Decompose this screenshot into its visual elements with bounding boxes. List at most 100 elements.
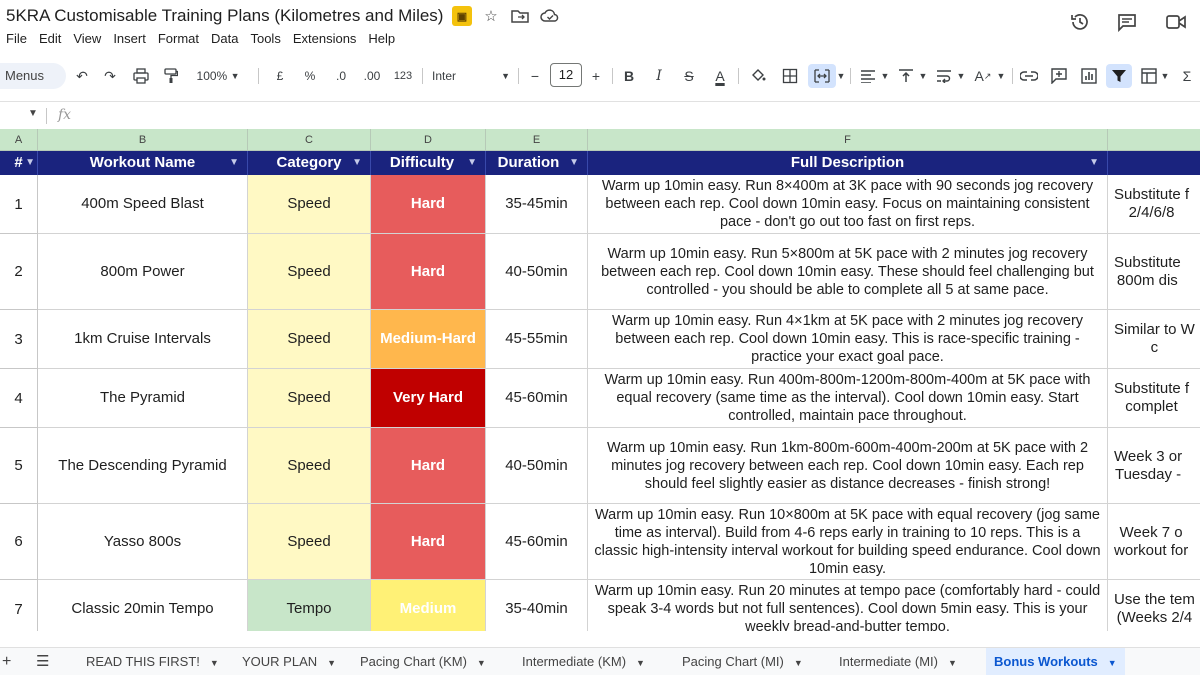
star-icon[interactable]: ☆ xyxy=(481,6,501,26)
document-title[interactable]: 5KRA Customisable Training Plans (Kilome… xyxy=(6,6,443,26)
drive-shortcut-icon[interactable]: ▣ xyxy=(452,6,472,26)
row-number[interactable]: 3 xyxy=(0,310,38,369)
text-wrapping-icon[interactable] xyxy=(934,64,954,88)
percent-format-button[interactable]: % xyxy=(302,64,318,88)
filter-icon[interactable] xyxy=(1106,64,1132,88)
chevron-down-icon[interactable]: ▼ xyxy=(880,64,890,88)
functions-icon[interactable]: Σ xyxy=(1178,64,1196,88)
description-cell[interactable]: Warm up 10min easy. Run 10×800m at 5K pa… xyxy=(588,504,1108,580)
row-number[interactable]: 1 xyxy=(0,175,38,234)
category-cell[interactable]: Speed xyxy=(248,310,371,369)
sheet-tab-bonus-workouts[interactable]: Bonus Workouts ▼ xyxy=(986,648,1125,675)
description-cell[interactable]: Warm up 10min easy. Run 8×400m at 3K pac… xyxy=(588,175,1108,234)
menu-format[interactable]: Format xyxy=(152,30,205,48)
insert-comment-icon[interactable] xyxy=(1048,64,1070,88)
font-size-input[interactable]: 12 xyxy=(550,63,582,87)
description-cell[interactable]: Warm up 10min easy. Run 400m-800m-1200m-… xyxy=(588,369,1108,428)
print-icon[interactable] xyxy=(130,64,152,88)
category-cell[interactable]: Speed xyxy=(248,234,371,310)
difficulty-cell[interactable]: Medium-Hard xyxy=(371,310,486,369)
difficulty-cell[interactable]: Medium xyxy=(371,580,486,631)
decrease-font-size-button[interactable]: − xyxy=(527,64,543,88)
category-cell[interactable]: Speed xyxy=(248,369,371,428)
category-cell[interactable]: Speed xyxy=(248,175,371,234)
row-number[interactable]: 5 xyxy=(0,428,38,504)
notes-cell[interactable]: Use the tem (Weeks 2/4 xyxy=(1108,580,1200,631)
sheet-tab-pacing-chart-mi[interactable]: Pacing Chart (MI) ▼ xyxy=(682,648,803,675)
row-number[interactable]: 6 xyxy=(0,504,38,580)
notes-cell[interactable]: Week 3 or Tuesday - xyxy=(1108,428,1200,504)
duration-cell[interactable]: 45-55min xyxy=(486,310,588,369)
strikethrough-button[interactable]: S xyxy=(680,64,698,88)
horizontal-align-icon[interactable] xyxy=(858,64,878,88)
borders-icon[interactable] xyxy=(780,64,800,88)
paint-format-icon[interactable] xyxy=(160,64,182,88)
workout-name-cell[interactable]: The Pyramid xyxy=(38,369,248,428)
menu-tools[interactable]: Tools xyxy=(244,30,286,48)
column-header-e[interactable]: E xyxy=(486,129,588,151)
description-cell[interactable]: Warm up 10min easy. Run 1km-800m-600m-40… xyxy=(588,428,1108,504)
notes-cell[interactable]: Substitute f 2/4/6/8 xyxy=(1108,175,1200,234)
cloud-saved-icon[interactable] xyxy=(540,6,560,26)
chevron-down-icon[interactable]: ▼ xyxy=(918,64,928,88)
row-number[interactable]: 4 xyxy=(0,369,38,428)
notes-cell[interactable]: Substitute f complet xyxy=(1108,369,1200,428)
add-sheet-icon[interactable]: + xyxy=(2,648,11,675)
text-color-button[interactable]: A xyxy=(710,64,730,88)
filter-toggle-icon[interactable]: ▼ xyxy=(467,151,477,175)
workout-name-cell[interactable]: 1km Cruise Intervals xyxy=(38,310,248,369)
version-history-icon[interactable] xyxy=(1068,10,1092,34)
duration-cell[interactable]: 45-60min xyxy=(486,504,588,580)
filter-toggle-icon[interactable]: ▼ xyxy=(569,151,579,175)
all-sheets-icon[interactable]: ☰ xyxy=(36,648,49,675)
comments-icon[interactable] xyxy=(1115,10,1139,34)
filter-toggle-icon[interactable]: ▼ xyxy=(25,151,35,175)
undo-icon[interactable]: ↶ xyxy=(72,64,92,88)
insert-chart-icon[interactable] xyxy=(1078,64,1100,88)
chevron-down-icon[interactable]: ▼ xyxy=(956,64,966,88)
filter-toggle-icon[interactable]: ▼ xyxy=(229,151,239,175)
increase-decimal-button[interactable]: .00 xyxy=(360,64,384,88)
menu-insert[interactable]: Insert xyxy=(107,30,152,48)
notes-cell[interactable]: Week 7 o workout for xyxy=(1108,504,1200,580)
workout-name-cell[interactable]: Yasso 800s xyxy=(38,504,248,580)
description-cell[interactable]: Warm up 10min easy. Run 5×800m at 5K pac… xyxy=(588,234,1108,310)
vertical-align-icon[interactable] xyxy=(896,64,916,88)
header-num[interactable]: # ▼ xyxy=(0,151,38,175)
column-header-d[interactable]: D xyxy=(371,129,486,151)
menu-file[interactable]: File xyxy=(0,30,33,48)
sheet-tab-pacing-chart-km[interactable]: Pacing Chart (KM) ▼ xyxy=(360,648,486,675)
insert-link-icon[interactable] xyxy=(1018,64,1040,88)
column-header-g[interactable] xyxy=(1108,129,1200,151)
column-header-b[interactable]: B xyxy=(38,129,248,151)
italic-button[interactable]: I xyxy=(650,64,668,88)
difficulty-cell[interactable]: Very Hard xyxy=(371,369,486,428)
row-number[interactable]: 2 xyxy=(0,234,38,310)
duration-cell[interactable]: 35-45min xyxy=(486,175,588,234)
header-full-description[interactable]: Full Description ▼ xyxy=(588,151,1108,175)
bold-button[interactable]: B xyxy=(620,64,638,88)
workout-name-cell[interactable]: Classic 20min Tempo xyxy=(38,580,248,631)
difficulty-cell[interactable]: Hard xyxy=(371,428,486,504)
difficulty-cell[interactable]: Hard xyxy=(371,504,486,580)
chevron-down-icon[interactable]: ▼ xyxy=(836,64,846,88)
move-folder-icon[interactable] xyxy=(510,6,530,26)
header-workout-name[interactable]: Workout Name ▼ xyxy=(38,151,248,175)
menu-edit[interactable]: Edit xyxy=(33,30,67,48)
workout-name-cell[interactable]: 800m Power xyxy=(38,234,248,310)
row-number[interactable]: 7 xyxy=(0,580,38,631)
workout-name-cell[interactable]: The Descending Pyramid xyxy=(38,428,248,504)
header-difficulty[interactable]: Difficulty ▼ xyxy=(371,151,486,175)
menu-view[interactable]: View xyxy=(67,30,107,48)
merge-cells-icon[interactable] xyxy=(808,64,836,88)
menu-help[interactable]: Help xyxy=(362,30,401,48)
sheet-tab-intermediate-km[interactable]: Intermediate (KM) ▼ xyxy=(522,648,645,675)
font-select[interactable]: Inter ▼ xyxy=(432,64,510,88)
duration-cell[interactable]: 40-50min xyxy=(486,234,588,310)
chevron-down-icon[interactable]: ▼ xyxy=(1160,64,1170,88)
number-format-button[interactable]: 123 xyxy=(392,64,414,88)
column-header-f[interactable]: F xyxy=(588,129,1108,151)
header-duration[interactable]: Duration ▼ xyxy=(486,151,588,175)
header-category[interactable]: Category ▼ xyxy=(248,151,371,175)
filter-toggle-icon[interactable]: ▼ xyxy=(352,151,362,175)
